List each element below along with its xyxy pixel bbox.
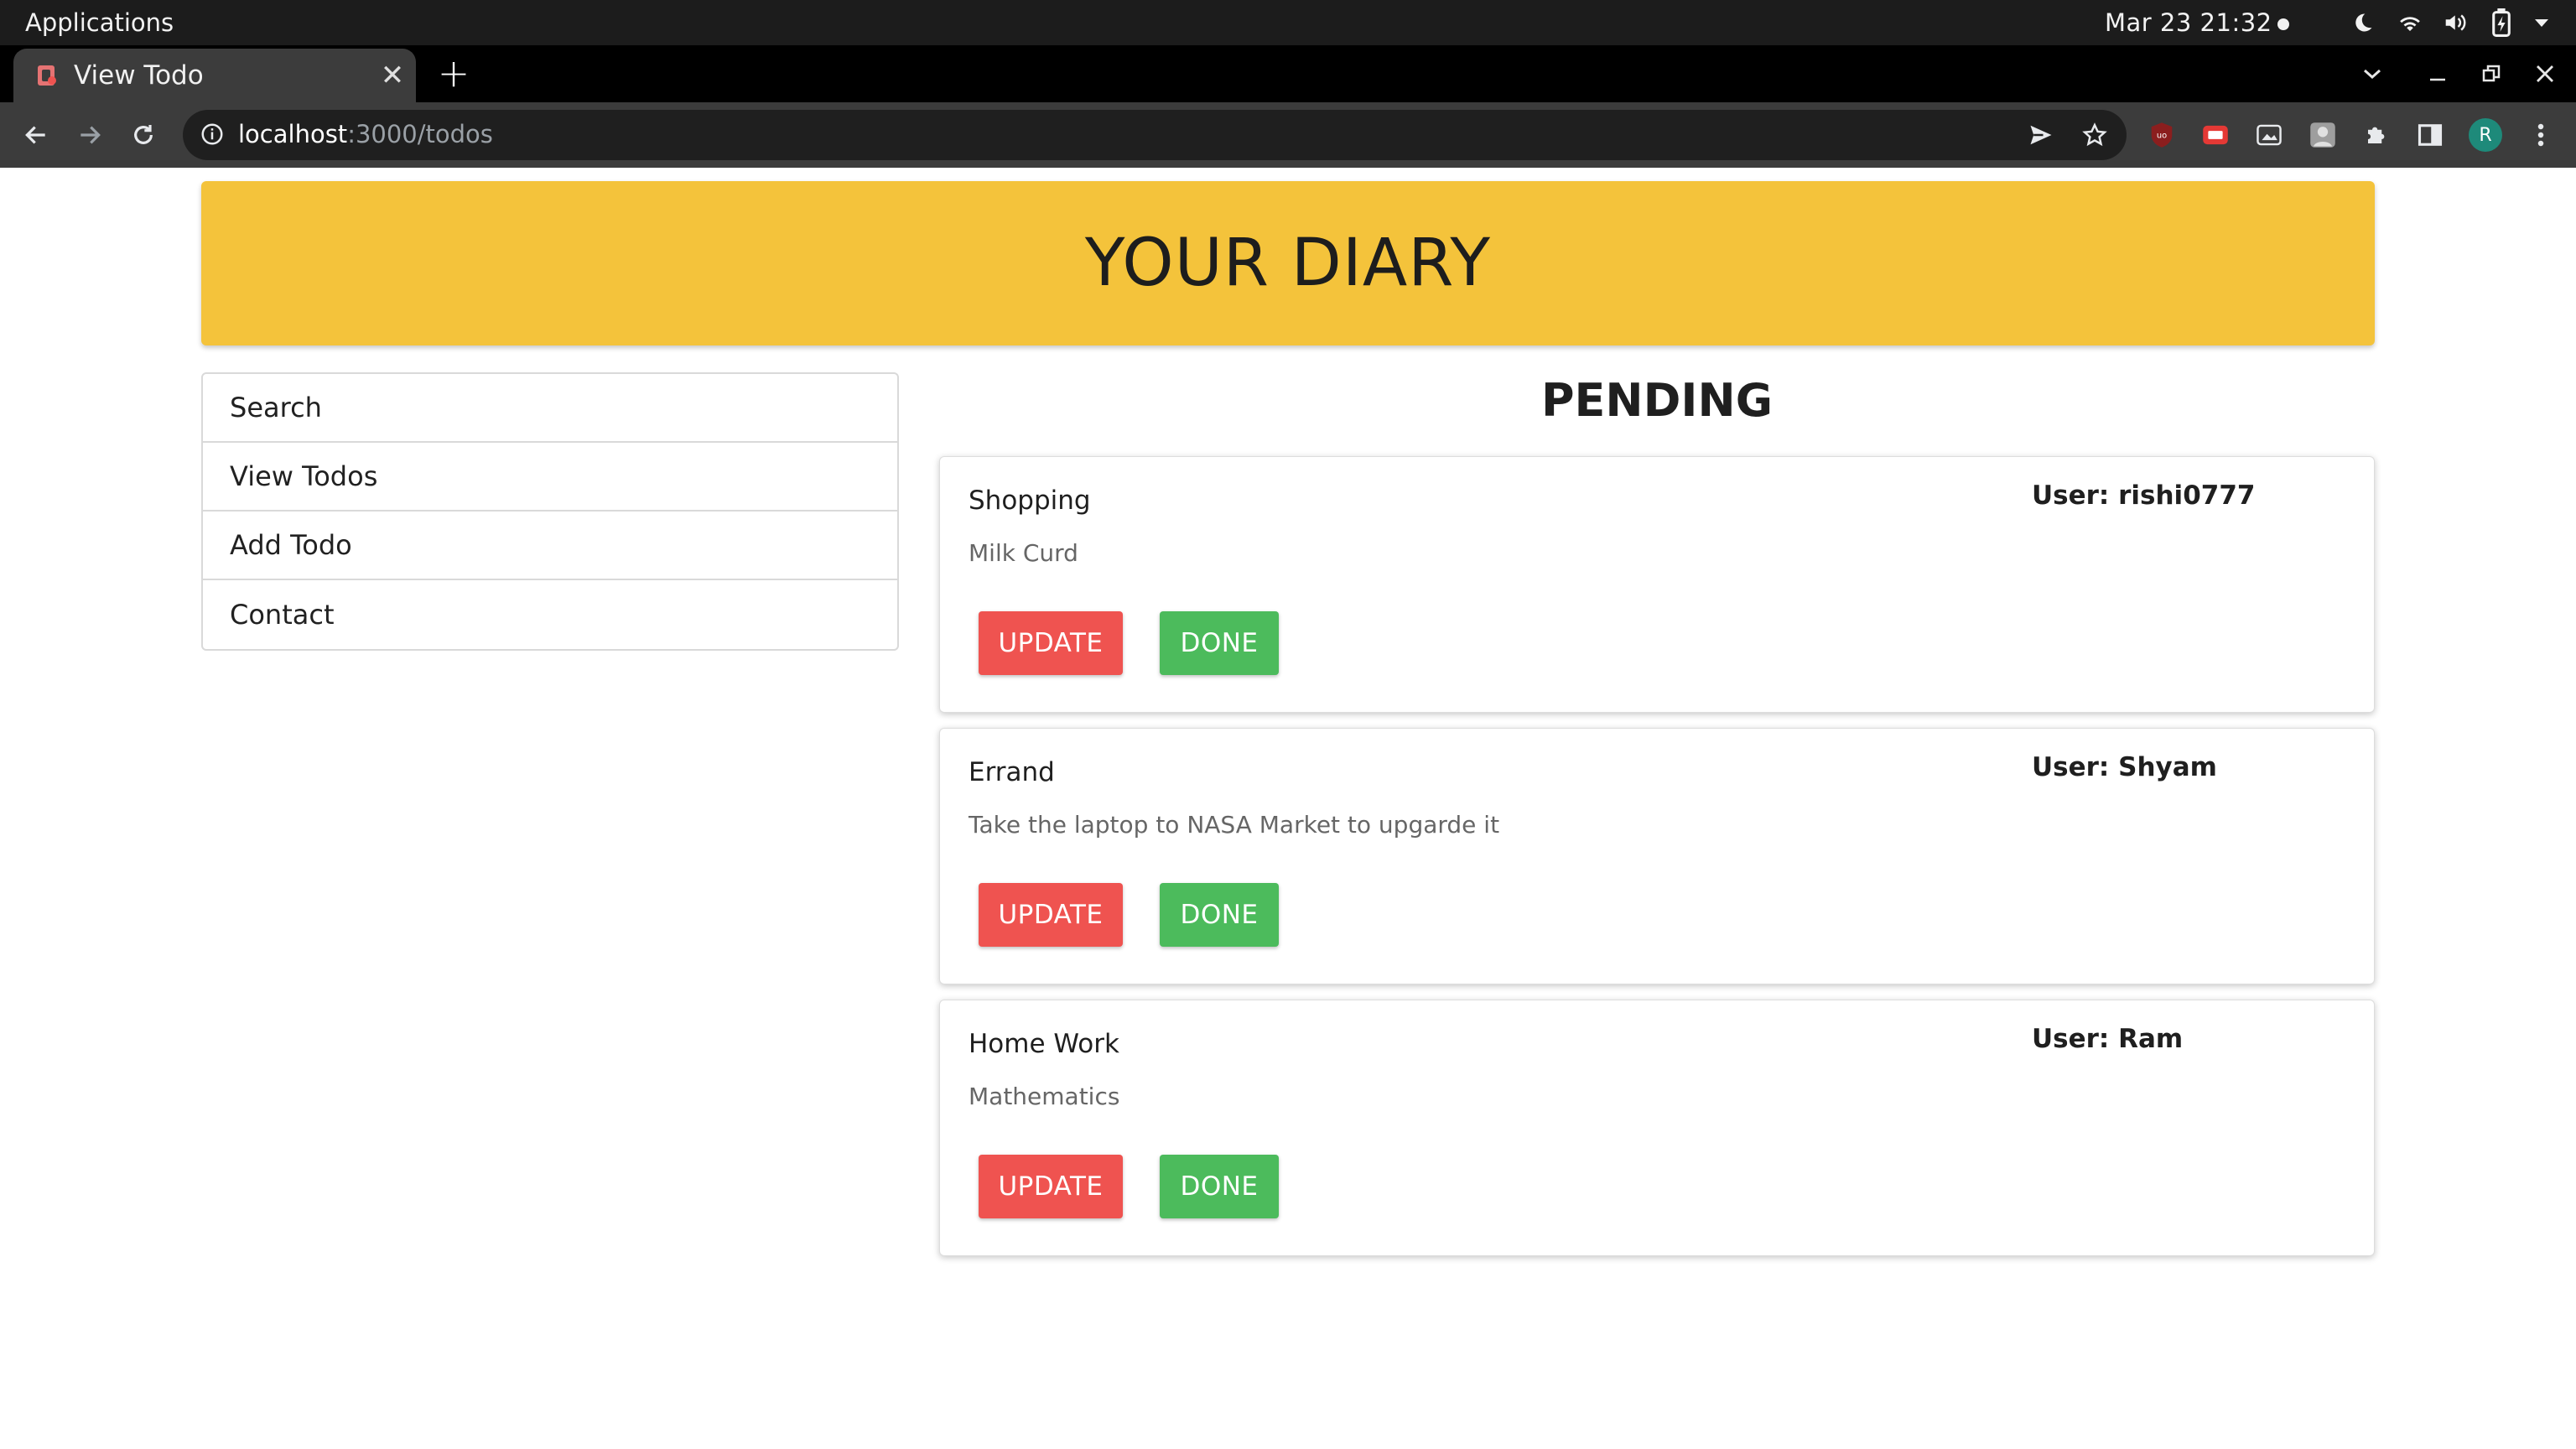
todo-title: Shopping <box>969 486 1091 516</box>
forward-arrow-icon[interactable] <box>70 116 109 154</box>
back-arrow-icon[interactable] <box>17 116 55 154</box>
section-title-pending: PENDING <box>1540 374 1774 427</box>
new-tab-button[interactable]: + <box>434 50 473 96</box>
sidebar-nav: Search View Todos Add Todo Contact <box>201 372 899 651</box>
header-banner: YOUR DIARY <box>201 181 2375 345</box>
todo-title: Errand <box>969 757 1055 787</box>
browser-toolbar: localhost:3000/todos uo R <box>0 102 2576 168</box>
browser-menu-icon[interactable] <box>2524 118 2558 152</box>
reload-icon[interactable] <box>124 116 163 154</box>
puzzle-icon[interactable] <box>2360 118 2393 152</box>
profile-extension-icon[interactable] <box>2306 118 2340 152</box>
browser-tab-strip: View Todo ✕ <box>0 45 2576 102</box>
svg-text:uo: uo <box>2157 132 2167 141</box>
close-window-icon[interactable] <box>2526 55 2564 92</box>
update-button[interactable]: UPDATE <box>979 1155 1123 1218</box>
done-button[interactable]: DONE <box>1160 611 1279 675</box>
todo-card: Errand Take the laptop to NASA Market to… <box>939 728 2375 984</box>
page-title: YOUR DIARY <box>1084 226 1492 301</box>
todo-user: User: Ram <box>2032 1024 2184 1054</box>
todo-user: User: rishi0777 <box>2032 480 2256 511</box>
done-button[interactable]: DONE <box>1160 1155 1279 1218</box>
todo-card: Home Work Mathematics User: Ram UPDATE D… <box>939 1000 2375 1256</box>
tab-search-chevron-icon[interactable] <box>2353 55 2392 92</box>
sidebar-item-search[interactable]: Search <box>203 374 897 443</box>
volume-icon[interactable] <box>2440 8 2472 38</box>
send-to-device-icon[interactable] <box>2024 118 2058 152</box>
screenshot-icon[interactable] <box>2252 118 2286 152</box>
youtube-icon[interactable] <box>2199 118 2232 152</box>
tab-title: View Todo <box>74 60 204 91</box>
bookmark-star-icon[interactable] <box>2078 118 2111 152</box>
minimize-window-icon[interactable] <box>2418 55 2457 92</box>
side-panel-icon[interactable] <box>2413 118 2447 152</box>
update-button[interactable]: UPDATE <box>979 611 1123 675</box>
battery-icon[interactable] <box>2487 8 2516 38</box>
night-light-icon[interactable] <box>2348 8 2378 38</box>
url-host: localhost <box>238 120 348 148</box>
page-content: YOUR DIARY Search View Todos Add Todo Co… <box>0 168 2576 1449</box>
os-clock[interactable]: Mar 23 21:32 <box>2105 8 2272 37</box>
system-menu-icon[interactable] <box>2529 8 2554 38</box>
restore-window-icon[interactable] <box>2472 55 2511 92</box>
todo-description: Take the laptop to NASA Market to upgard… <box>969 811 1500 839</box>
tab-view-todo[interactable]: View Todo ✕ <box>13 49 416 102</box>
todo-description: Milk Curd <box>969 539 1078 567</box>
todo-title: Home Work <box>969 1029 1119 1059</box>
address-url[interactable]: localhost:3000/todos <box>238 120 493 148</box>
todo-user: User: Shyam <box>2032 752 2217 782</box>
done-button[interactable]: DONE <box>1160 883 1279 947</box>
todo-app-favicon-icon <box>35 64 59 87</box>
ublock-icon[interactable]: uo <box>2145 118 2179 152</box>
sidebar-item-view-todos[interactable]: View Todos <box>203 443 897 512</box>
sidebar-item-add-todo[interactable]: Add Todo <box>203 512 897 580</box>
sidebar-item-contact[interactable]: Contact <box>203 580 897 649</box>
address-bar[interactable]: localhost:3000/todos <box>183 110 2127 160</box>
notification-dot-icon <box>2277 18 2289 30</box>
url-path: :3000/todos <box>347 120 493 148</box>
applications-menu[interactable]: Applications <box>25 8 174 37</box>
tab-close-icon[interactable]: ✕ <box>376 59 409 92</box>
update-button[interactable]: UPDATE <box>979 883 1123 947</box>
todo-card: Shopping Milk Curd User: rishi0777 UPDAT… <box>939 456 2375 713</box>
profile-avatar[interactable]: R <box>2469 118 2502 152</box>
wifi-icon[interactable] <box>2395 8 2425 38</box>
site-info-icon[interactable] <box>200 122 225 150</box>
os-top-bar: Applications Mar 23 21:32 <box>0 0 2576 45</box>
todo-description: Mathematics <box>969 1083 1120 1110</box>
